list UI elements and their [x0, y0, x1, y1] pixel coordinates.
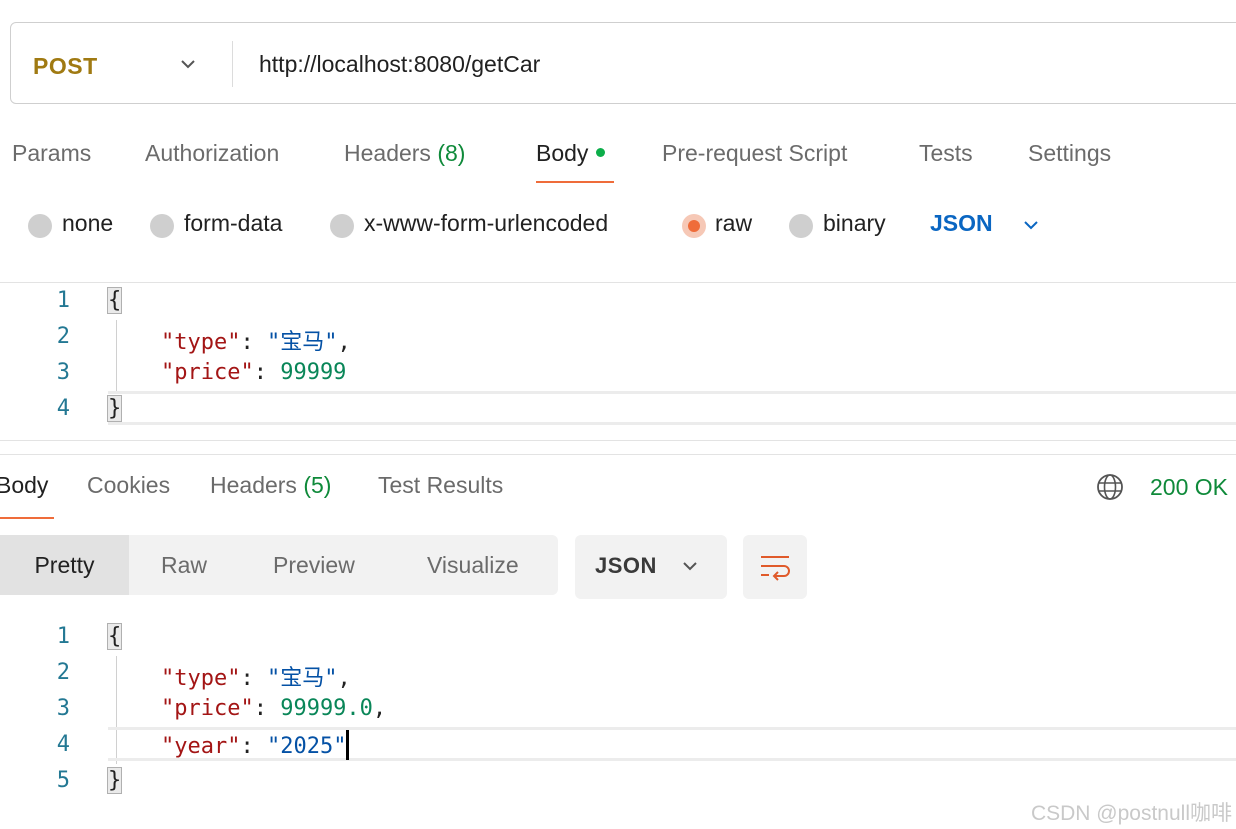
url-input[interactable]: http://localhost:8080/getCar — [259, 51, 540, 78]
view-mode-bar: Pretty Raw Preview Visualize — [0, 535, 558, 595]
radio-none-label[interactable]: none — [62, 210, 113, 237]
json-key: "type" — [160, 666, 241, 691]
chevron-down-icon[interactable] — [177, 53, 199, 75]
view-pretty-button[interactable]: Pretty — [0, 535, 129, 595]
tab-prerequest-script[interactable]: Pre-request Script — [662, 140, 847, 167]
code-text: { — [106, 623, 123, 650]
radio-form-data[interactable] — [150, 214, 174, 238]
code-text: "year": "2025" — [108, 730, 350, 762]
code-text: } — [106, 395, 123, 422]
body-type-selector: none form-data x-www-form-urlencoded raw… — [0, 206, 1236, 246]
json-key: "price" — [160, 360, 254, 385]
line-number: 1 — [56, 288, 70, 313]
close-brace: } — [106, 767, 123, 794]
radio-urlencoded[interactable] — [330, 214, 354, 238]
headers-count: (8) — [437, 140, 466, 166]
line-number: 1 — [56, 624, 70, 649]
editor-top-border — [0, 282, 1236, 283]
tab-body-label: Body — [536, 140, 589, 166]
request-tabs: Params Authorization Headers (8) Body Pr… — [0, 136, 1236, 186]
line-number: 5 — [56, 768, 70, 793]
radio-form-data-label[interactable]: form-data — [184, 210, 282, 237]
tab-authorization[interactable]: Authorization — [145, 140, 279, 167]
line-number: 3 — [56, 360, 70, 385]
line-number: 4 — [56, 396, 70, 421]
open-brace: { — [106, 623, 123, 650]
json-string: "宝马" — [266, 666, 338, 691]
code-line: 3 "price": 99999.0, — [0, 692, 1236, 728]
response-headers-count: (5) — [303, 472, 332, 498]
radio-binary[interactable] — [789, 214, 813, 238]
tab-cookies[interactable]: Cookies — [87, 472, 170, 499]
wrap-lines-button[interactable] — [743, 535, 807, 599]
tab-settings[interactable]: Settings — [1028, 140, 1111, 167]
radio-raw[interactable] — [682, 214, 706, 238]
code-line: 5 } — [0, 764, 1236, 800]
radio-none[interactable] — [28, 214, 52, 238]
watermark: CSDN @postnull咖啡 — [1030, 802, 1232, 825]
chevron-down-icon[interactable] — [1020, 214, 1042, 236]
format-select-label: JSON — [595, 553, 657, 578]
code-line: 4 "year": "2025" — [0, 728, 1236, 764]
code-line: 4 } — [0, 392, 1236, 428]
language-select[interactable]: JSON — [930, 210, 993, 237]
json-number: 99999.0 — [280, 696, 373, 721]
code-text: "type": "宝马", — [160, 666, 351, 691]
view-visualize-button[interactable]: Visualize — [427, 535, 519, 595]
view-preview-button[interactable]: Preview — [273, 535, 355, 595]
tab-response-headers-label: Headers — [210, 472, 297, 498]
tab-headers-label: Headers — [344, 140, 431, 166]
method-select[interactable]: POST — [33, 53, 98, 80]
json-key: "year" — [160, 734, 241, 759]
code-line: 1 { — [0, 284, 1236, 320]
format-select[interactable]: JSON — [575, 535, 727, 599]
code-text: "price": 99999 — [160, 360, 347, 385]
wrap-lines-icon — [761, 556, 790, 581]
tab-body[interactable]: Body — [536, 140, 606, 167]
active-tab-indicator — [536, 181, 614, 183]
radio-raw-label[interactable]: raw — [715, 210, 752, 237]
active-tab-indicator — [0, 517, 54, 519]
code-text: "type": "宝马", — [160, 330, 351, 355]
url-bar: POST http://localhost:8080/getCar — [10, 22, 1236, 104]
section-divider — [0, 454, 1236, 455]
line-number: 3 — [56, 696, 70, 721]
tab-tests[interactable]: Tests — [919, 140, 973, 167]
code-line: 1 { — [0, 620, 1236, 656]
open-brace: { — [106, 287, 123, 314]
url-divider — [232, 41, 233, 87]
line-number: 2 — [56, 324, 70, 349]
globe-icon[interactable] — [1096, 473, 1124, 501]
code-line: 2 "type": "宝马", — [0, 656, 1236, 692]
response-tabs: Body Cookies Headers (5) Test Results — [0, 468, 1236, 519]
modified-dot-icon — [596, 148, 606, 158]
line-number: 2 — [56, 660, 70, 685]
radio-urlencoded-label[interactable]: x-www-form-urlencoded — [364, 210, 608, 237]
tab-response-body[interactable]: Body — [0, 472, 48, 499]
code-text: } — [106, 767, 123, 794]
text-cursor — [346, 730, 350, 760]
section-divider — [0, 440, 1236, 441]
json-string: "宝马" — [266, 330, 338, 355]
chevron-down-icon — [683, 562, 697, 571]
tab-params[interactable]: Params — [12, 140, 91, 167]
code-line: 3 "price": 99999 — [0, 356, 1236, 392]
json-key: "price" — [160, 696, 254, 721]
tab-test-results[interactable]: Test Results — [378, 472, 503, 499]
radio-binary-label[interactable]: binary — [823, 210, 886, 237]
json-number: 99999 — [280, 360, 347, 385]
view-raw-button[interactable]: Raw — [161, 535, 207, 595]
tab-response-headers[interactable]: Headers (5) — [210, 472, 331, 499]
json-key: "type" — [160, 330, 241, 355]
close-brace: } — [106, 395, 123, 422]
tab-headers[interactable]: Headers (8) — [344, 140, 465, 167]
json-string: "2025" — [266, 734, 347, 759]
status-badge[interactable]: 200 OK — [1150, 474, 1228, 501]
line-number: 4 — [56, 732, 70, 757]
code-line: 2 "type": "宝马", — [0, 320, 1236, 356]
code-text: "price": 99999.0, — [160, 696, 387, 721]
code-text: { — [106, 287, 123, 314]
